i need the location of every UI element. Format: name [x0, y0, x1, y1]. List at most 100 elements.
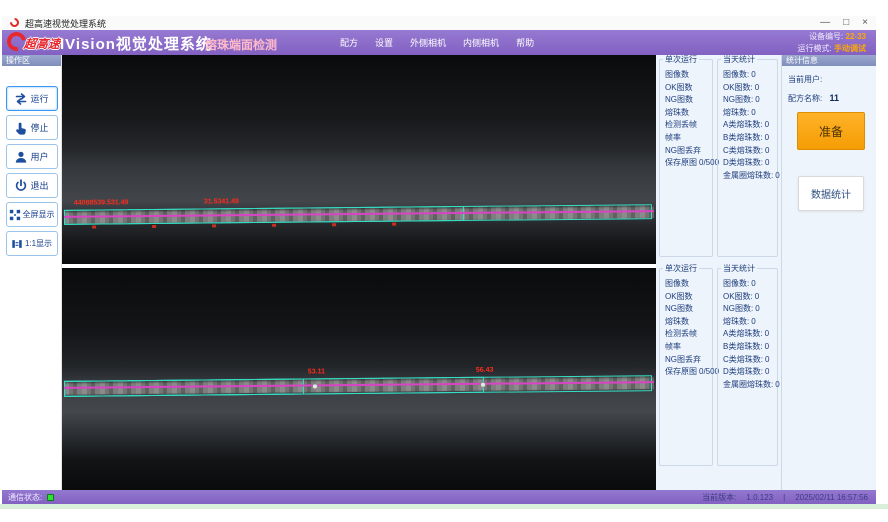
app-root: 超高速视觉处理系统 — □ × 超高速 IVision视觉处理系统 熔珠端面检测… [0, 0, 888, 522]
measurement-tick [152, 225, 156, 228]
main-menu: 配方 设置 外侧相机 内侧相机 帮助 [340, 30, 534, 55]
stat-row: NG图数 [660, 94, 712, 107]
measurement-annotation: 31.5341.49 [204, 198, 239, 205]
run-mode-value: 手动调试 [834, 44, 866, 53]
datetime: 2025/02/11 16:57:56 [795, 493, 868, 502]
minimize-button[interactable]: — [820, 16, 830, 29]
separator: | [783, 493, 785, 502]
stat-row: OK图数 [660, 82, 712, 95]
device-info: 设备编号: 22-33 运行模式: 手动调试 [798, 31, 866, 54]
exit-button[interactable]: 退出 [6, 173, 58, 198]
maximize-button[interactable]: □ [843, 16, 849, 29]
defect-marker [312, 383, 318, 389]
one-to-one-icon [11, 238, 23, 250]
stat-row: 熔珠数 [660, 316, 712, 329]
version-value: 1.0.123 [746, 493, 773, 502]
info-panel: 统计信息 当前用户: 配方名称: 11 准备 数据统计 [781, 55, 876, 490]
stat-row: D类熔珠数:0 [718, 157, 777, 170]
stat-row: 检测丢帧 [660, 328, 712, 341]
stat-row: 帧率 [660, 341, 712, 354]
stop-button[interactable]: 停止 [6, 115, 58, 140]
weld-bead-strip-bottom: 53.11 56.43 [64, 373, 654, 398]
stat-row: 熔珠数:0 [718, 316, 777, 329]
power-icon [14, 179, 28, 193]
sidebar-header: 操作区 [2, 55, 61, 66]
measurement-annotation: 44088539.531.49 [74, 199, 129, 207]
app-logo-icon [8, 16, 21, 29]
camera-view-top: 44088539.531.49 31.5341.49 [62, 55, 656, 264]
stat-row: NG图数:0 [718, 94, 777, 107]
menu-item-inner-camera[interactable]: 内侧相机 [463, 36, 499, 49]
data-statistics-button[interactable]: 数据统计 [798, 176, 864, 211]
stat-row: B类熔珠数:0 [718, 132, 777, 145]
taskbar-strip [0, 504, 888, 509]
device-id-label: 设备编号: [809, 32, 843, 41]
stat-row: NG图数 [660, 303, 712, 316]
recipe-name-value: 11 [829, 93, 839, 103]
stat-row: NG图数:0 [718, 303, 777, 316]
stat-row: B类熔珠数:0 [718, 341, 777, 354]
camera-view-bottom: 53.11 56.43 [62, 268, 656, 490]
stat-row: C类熔珠数:0 [718, 354, 777, 367]
prepare-button[interactable]: 准备 [797, 112, 865, 150]
stat-row: OK图数 [660, 291, 712, 304]
daily-stats-top: 当天统计 图像数:0 OK图数:0 NG图数:0 熔珠数:0 A类熔珠数:0 B… [717, 59, 778, 257]
daily-stats-bottom: 当天统计 图像数:0 OK图数:0 NG图数:0 熔珠数:0 A类熔珠数:0 B… [717, 268, 778, 466]
measurement-tick [92, 226, 96, 229]
measurement-tick [392, 223, 396, 226]
stat-row: C类熔珠数:0 [718, 145, 777, 158]
app-header: 超高速 IVision视觉处理系统 熔珠端面检测 配方 设置 外侧相机 内侧相机… [2, 30, 876, 55]
recipe-name-label: 配方名称: [788, 94, 822, 103]
statistics-column: 单次运行 图像数 OK图数 NG图数 熔珠数 检测丢帧 帧率 NG图丢弃 保存原… [656, 55, 781, 490]
device-id-value: 22-33 [846, 32, 866, 41]
stat-row: 图像数:0 [718, 278, 777, 291]
window-title: 超高速视觉处理系统 [25, 17, 106, 30]
stat-row: 检测丢帧 [660, 119, 712, 132]
stat-row: 图像数:0 [718, 69, 777, 82]
menu-item-recipe[interactable]: 配方 [340, 36, 358, 49]
stat-row: NG图丢弃 [660, 354, 712, 367]
user-icon [14, 150, 28, 164]
run-button[interactable]: 运行 [6, 86, 58, 111]
fullscreen-grid-icon [9, 209, 21, 221]
menu-item-help[interactable]: 帮助 [516, 36, 534, 49]
stat-row: 保存原图0/500 [660, 366, 712, 379]
stat-row: OK图数:0 [718, 291, 777, 304]
one-to-one-button[interactable]: 1:1显示 [6, 231, 58, 256]
menu-item-outer-camera[interactable]: 外侧相机 [410, 36, 446, 49]
app-title: IVision视觉处理系统 [60, 33, 212, 54]
stat-row: D类熔珠数:0 [718, 366, 777, 379]
defect-marker [480, 382, 486, 388]
fullscreen-button[interactable]: 全屏显示 [6, 202, 58, 227]
stat-row: 熔珠数:0 [718, 107, 777, 120]
stat-row: 金属圈熔珠数:0 [718, 379, 777, 392]
stat-row: 图像数 [660, 69, 712, 82]
defect-annotation: 53.11 [308, 368, 325, 375]
user-button[interactable]: 用户 [6, 144, 58, 169]
version-label: 当前版本: [702, 492, 736, 503]
measurement-tick [212, 224, 216, 227]
defect-annotation: 56.43 [476, 367, 494, 374]
menu-item-settings[interactable]: 设置 [375, 36, 393, 49]
single-run-stats-top: 单次运行 图像数 OK图数 NG图数 熔珠数 检测丢帧 帧率 NG图丢弃 保存原… [659, 59, 713, 257]
os-title-bar: 超高速视觉处理系统 — □ × [2, 16, 876, 30]
single-run-stats-bottom: 单次运行 图像数 OK图数 NG图数 熔珠数 检测丢帧 帧率 NG图丢弃 保存原… [659, 268, 713, 466]
weld-bead-strip-top: 44088539.531.49 31.5341.49 [64, 202, 654, 227]
operation-sidebar: 操作区 运行 停止 用户 [2, 55, 62, 490]
run-icon [14, 92, 28, 106]
stat-row: 熔珠数 [660, 107, 712, 120]
comm-status-indicator [47, 494, 54, 501]
comm-status-label: 通信状态: [8, 492, 42, 503]
stat-row: 帧率 [660, 132, 712, 145]
stat-row: 保存原图0/500 [660, 157, 712, 170]
hand-stop-icon [14, 121, 28, 135]
app-subtitle: 熔珠端面检测 [205, 36, 277, 53]
close-button[interactable]: × [862, 16, 868, 29]
measurement-tick [272, 224, 276, 227]
stat-row: A类熔珠数:0 [718, 119, 777, 132]
stat-row: NG图丢弃 [660, 145, 712, 158]
stat-row: 图像数 [660, 278, 712, 291]
info-panel-header: 统计信息 [782, 55, 876, 66]
stat-row: 金属圈熔珠数:0 [718, 170, 777, 183]
stat-row: A类熔珠数:0 [718, 328, 777, 341]
